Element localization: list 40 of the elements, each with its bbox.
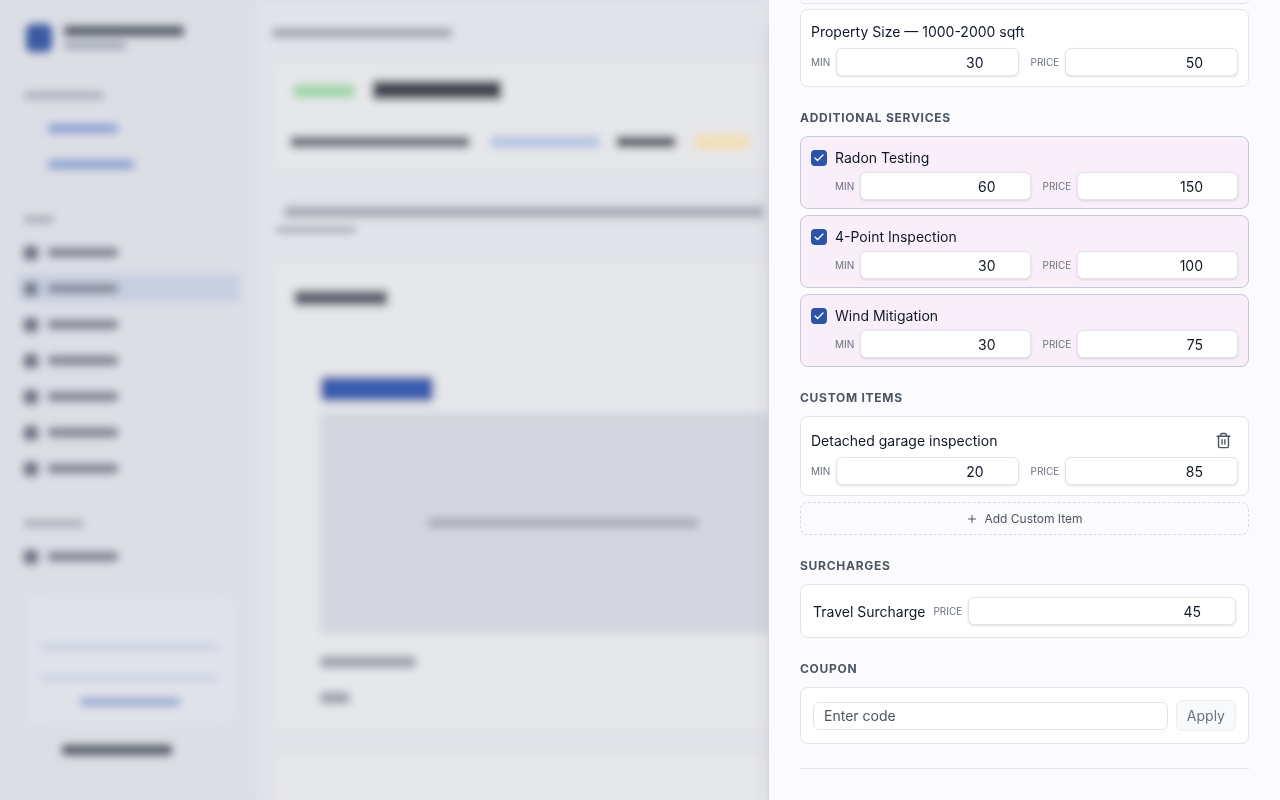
- section-heading: SURCHARGES: [800, 557, 892, 575]
- item-title: Property Size — 1000-2000 sqft: [811, 22, 1026, 42]
- checkbox[interactable]: [811, 307, 827, 324]
- field-label: MIN: [811, 463, 831, 479]
- section-heading: ADDITIONAL SERVICES: [800, 109, 952, 127]
- field-label: MIN: [811, 54, 831, 70]
- field-label: PRICE: [1042, 336, 1072, 352]
- number-field[interactable]: 20: [836, 457, 1019, 485]
- field-label: MIN: [835, 178, 855, 194]
- number-field[interactable]: 150: [1077, 172, 1238, 200]
- section-heading: CUSTOM ITEMS: [800, 389, 904, 407]
- add-custom-item-button[interactable]: Add Custom Item: [800, 502, 1249, 535]
- coupon-code-field[interactable]: Enter code: [813, 701, 1168, 730]
- number-field[interactable]: 30: [860, 251, 1031, 279]
- service-name: 4-Point Inspection: [835, 227, 957, 247]
- checkbox[interactable]: [811, 149, 827, 166]
- field-label: PRICE: [1030, 54, 1060, 70]
- number-field[interactable]: 75: [1077, 330, 1238, 358]
- number-field[interactable]: 60: [860, 172, 1031, 200]
- number-field[interactable]: 30: [836, 48, 1019, 76]
- custom-item-name: Detached garage inspection: [811, 431, 998, 451]
- number-field[interactable]: 85: [1065, 457, 1238, 485]
- field-label: PRICE: [933, 603, 963, 619]
- service-name: Wind Mitigation: [835, 306, 939, 326]
- number-field[interactable]: 30: [860, 330, 1031, 358]
- apply-button[interactable]: Apply: [1175, 700, 1236, 731]
- checkbox[interactable]: [811, 228, 827, 245]
- delete-icon[interactable]: [1215, 432, 1232, 449]
- field-label: MIN: [835, 257, 855, 273]
- surcharge-name: Travel Surcharge: [813, 601, 926, 622]
- plus-icon: [966, 512, 979, 525]
- service-name: Radon Testing: [835, 148, 930, 168]
- field-label: PRICE: [1042, 178, 1072, 194]
- field-label: PRICE: [1030, 463, 1060, 479]
- field-label: MIN: [835, 336, 855, 352]
- number-field[interactable]: 45: [968, 597, 1236, 625]
- field-label: PRICE: [1042, 257, 1072, 273]
- number-field[interactable]: 50: [1065, 48, 1238, 76]
- section-heading: COUPON: [800, 660, 859, 678]
- number-field[interactable]: 100: [1077, 251, 1238, 279]
